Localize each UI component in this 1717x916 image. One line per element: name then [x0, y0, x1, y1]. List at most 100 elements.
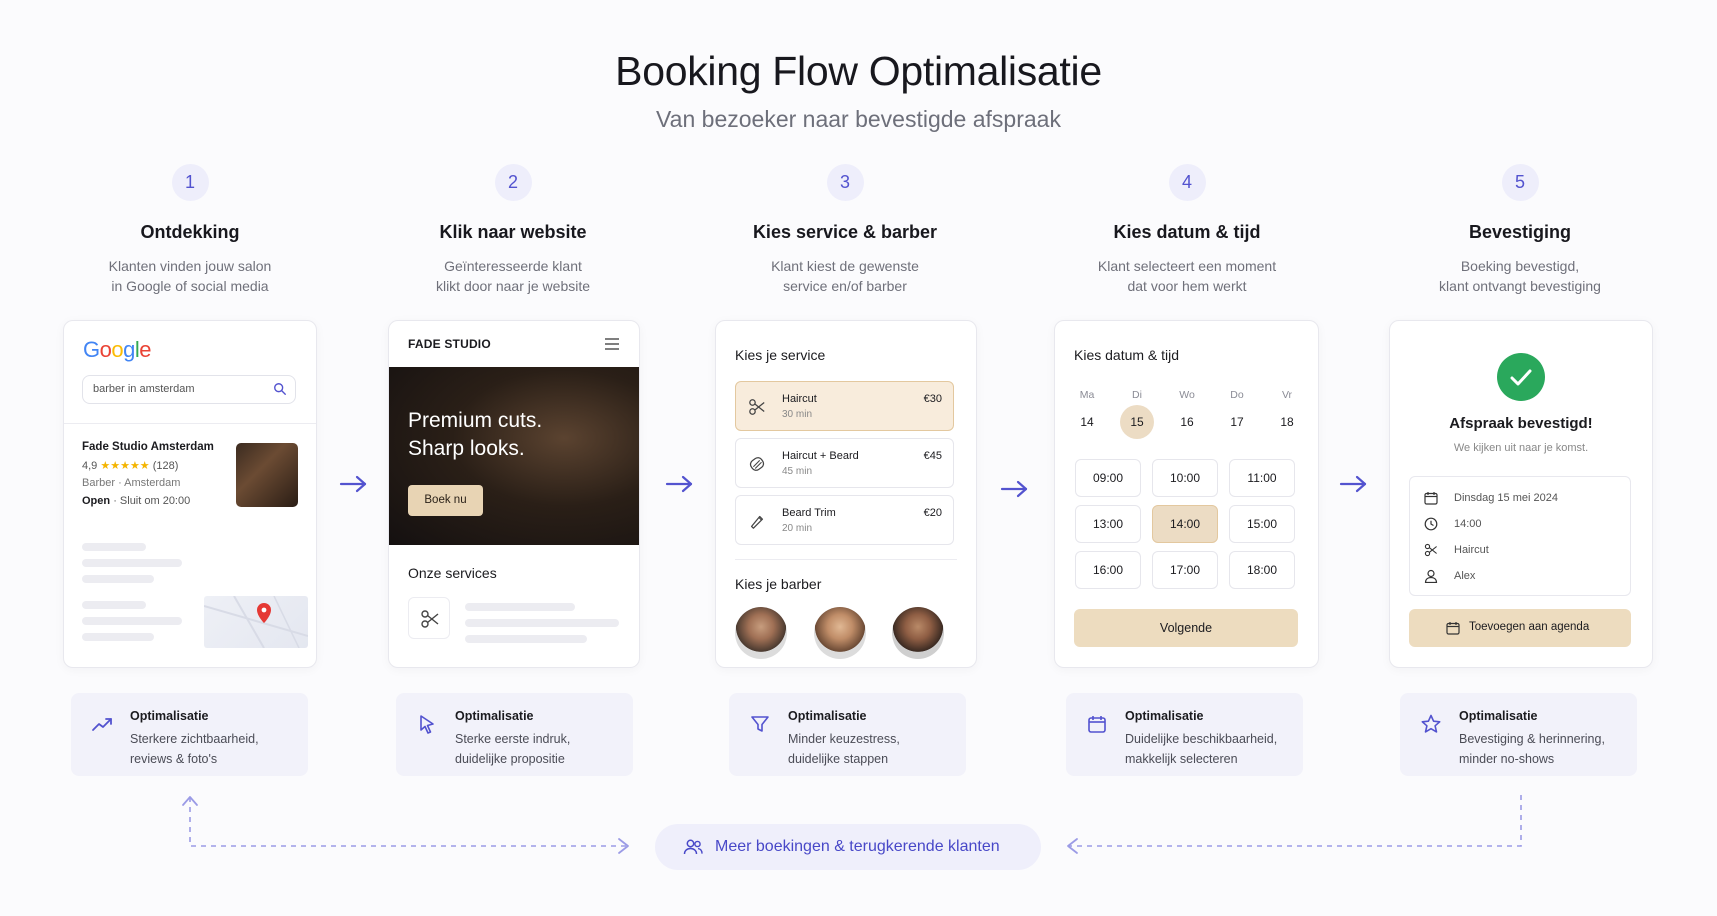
step-description: Klant selecteert een moment dat voor hem… [1047, 256, 1327, 296]
service-option[interactable]: Haircut 30 min €30 [735, 381, 954, 431]
map-pin-icon [203, 595, 309, 649]
step-1-header: 1 Ontdekking Klanten vinden jouw salon i… [50, 164, 330, 296]
optimisation-box: Optimalisatie Sterkere zichtbaarheid, re… [71, 693, 308, 776]
filter-icon [751, 716, 769, 732]
service-tile[interactable] [408, 597, 450, 639]
time-slot[interactable]: 16:00 [1075, 551, 1141, 589]
menu-icon[interactable] [605, 338, 619, 350]
time-slot[interactable]: 13:00 [1075, 505, 1141, 543]
time-slot[interactable]: 17:00 [1152, 551, 1218, 589]
time-slot[interactable]: 18:00 [1229, 551, 1295, 589]
step-3-header: 3 Kies service & barber Klant kiest de g… [705, 164, 985, 296]
user-icon [1424, 569, 1438, 583]
calendar-icon [1088, 716, 1106, 733]
step-title: Kies datum & tijd [1113, 222, 1261, 242]
detail-text: Haircut [1454, 544, 1489, 556]
optimisation-line: Sterkere zichtbaarheid, [130, 732, 259, 746]
business-name[interactable]: Fade Studio Amsterdam [82, 441, 214, 453]
detail-text: Dinsdag 15 mei 2024 [1454, 492, 1558, 504]
closing-time: · Sluit om 20:00 [113, 495, 191, 507]
time-slot-selected[interactable]: 14:00 [1152, 505, 1218, 543]
clock-icon [1424, 517, 1438, 531]
step-number: 4 [1168, 164, 1206, 201]
step-desc-line: Boeking bevestigd, [1460, 258, 1580, 274]
google-search-card: Google barber in amsterdam Fade Studio A… [63, 320, 317, 668]
optimisation-box: Optimalisatie Minder keuzestress, duidel… [729, 693, 966, 776]
service-price: €45 [923, 450, 942, 462]
optimisation-line: duidelijke stappen [788, 752, 889, 766]
arrow-right-icon [1000, 480, 1028, 498]
day-button[interactable]: 14 [1070, 405, 1104, 439]
divider [64, 423, 316, 424]
service-option[interactable]: Beard Trim 20 min €20 [735, 495, 954, 545]
step-title: Bevestiging [1468, 222, 1572, 242]
step-number: 1 [171, 164, 209, 201]
service-picker-card: Kies je service Haircut 30 min €30 Hairc… [715, 320, 977, 668]
skeleton-line [82, 633, 154, 641]
barber-avatar[interactable] [814, 607, 866, 659]
date-time-card: Kies datum & tijd Ma Di Wo Do Vr 14 15 1… [1054, 320, 1319, 668]
skeleton-line [82, 617, 182, 625]
optimisation-line: Sterke eerste indruk, [455, 732, 571, 746]
step-5-header: 5 Bevestiging Boeking bevestigd, klant o… [1380, 164, 1660, 296]
book-now-button[interactable]: Boek nu [408, 485, 483, 516]
scissors-icon [749, 399, 765, 415]
service-heading: Kies je service [735, 347, 826, 363]
day-button[interactable]: 18 [1270, 405, 1304, 439]
loop-outcome-pill: Meer boekingen & terugkerende klanten [655, 824, 1041, 870]
service-duration: 30 min [782, 409, 813, 420]
step-description: Klanten vinden jouw salon in Google of s… [50, 256, 330, 296]
skeleton-line [465, 635, 587, 643]
website-brand[interactable]: FADE STUDIO [408, 337, 491, 351]
search-input[interactable]: barber in amsterdam [82, 375, 296, 404]
hero-headline: Premium cuts. Sharp looks. [408, 407, 542, 463]
service-name: Haircut [782, 393, 817, 405]
step-description: Boeking bevestigd, klant ontvangt bevest… [1380, 256, 1660, 296]
step-desc-line: klant ontvangt bevestiging [1439, 278, 1601, 294]
service-price: €20 [923, 507, 942, 519]
search-icon[interactable] [273, 382, 287, 396]
date-time-heading: Kies datum & tijd [1074, 347, 1180, 363]
confirmation-title: Afspraak bevestigd! [1449, 415, 1593, 432]
step-desc-line: Klanten vinden jouw salon [108, 258, 272, 274]
barber-avatar[interactable] [735, 607, 787, 659]
day-button[interactable]: 17 [1220, 405, 1254, 439]
time-slot[interactable]: 10:00 [1152, 459, 1218, 497]
trending-up-icon [92, 718, 112, 731]
services-heading: Onze services [408, 565, 497, 581]
optimisation-text: Minder keuzestress, duidelijke stappen [788, 729, 963, 769]
business-photo[interactable] [236, 443, 298, 507]
step-desc-line: Klant selecteert een moment [1097, 258, 1277, 274]
map-thumbnail[interactable] [203, 595, 309, 649]
time-slot[interactable]: 09:00 [1075, 459, 1141, 497]
next-button[interactable]: Volgende [1074, 609, 1298, 647]
step-description: Geïnteresseerde klant klikt door naar je… [373, 256, 653, 296]
optimisation-line: minder no-shows [1459, 752, 1555, 766]
skeleton-line [465, 603, 575, 611]
detail-text: Alex [1454, 570, 1476, 582]
service-duration: 45 min [782, 466, 813, 477]
time-slot[interactable]: 11:00 [1229, 459, 1295, 497]
optimisation-line: reviews & foto's [130, 752, 218, 766]
day-name: Do [1230, 389, 1244, 401]
confirmation-subtitle: We kijken uit naar je komst. [1453, 442, 1589, 454]
confirmation-card: Afspraak bevestigd! We kijken uit naar j… [1389, 320, 1653, 668]
optimisation-text: Bevestiging & herinnering, minder no-sho… [1459, 729, 1634, 769]
step-4-header: 4 Kies datum & tijd Klant selecteert een… [1047, 164, 1327, 296]
step-desc-line: klikt door naar je website [435, 278, 591, 294]
barber-avatar[interactable] [892, 607, 944, 659]
users-icon [683, 839, 703, 855]
optimisation-title: Optimalisatie [130, 709, 209, 723]
add-to-calendar-button[interactable]: Toevoegen aan agenda [1409, 609, 1631, 647]
optimisation-line: duidelijke propositie [455, 752, 565, 766]
day-button-selected[interactable]: 15 [1120, 405, 1154, 439]
scissors-icon [1424, 543, 1437, 557]
service-option[interactable]: Haircut + Beard 45 min €45 [735, 438, 954, 488]
step-desc-line: dat voor hem werkt [1127, 278, 1247, 294]
day-button[interactable]: 16 [1170, 405, 1204, 439]
google-logo: Google [83, 337, 152, 362]
step-title: Klik naar website [439, 222, 587, 242]
booking-details: Dinsdag 15 mei 2024 14:00 Haircut Alex [1409, 476, 1631, 596]
skeleton-line [82, 543, 146, 551]
time-slot[interactable]: 15:00 [1229, 505, 1295, 543]
